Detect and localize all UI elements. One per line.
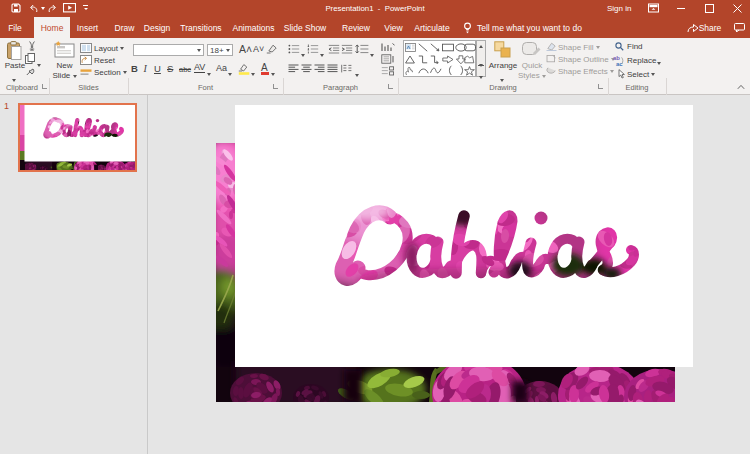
svg-text:ac: ac	[616, 61, 623, 67]
